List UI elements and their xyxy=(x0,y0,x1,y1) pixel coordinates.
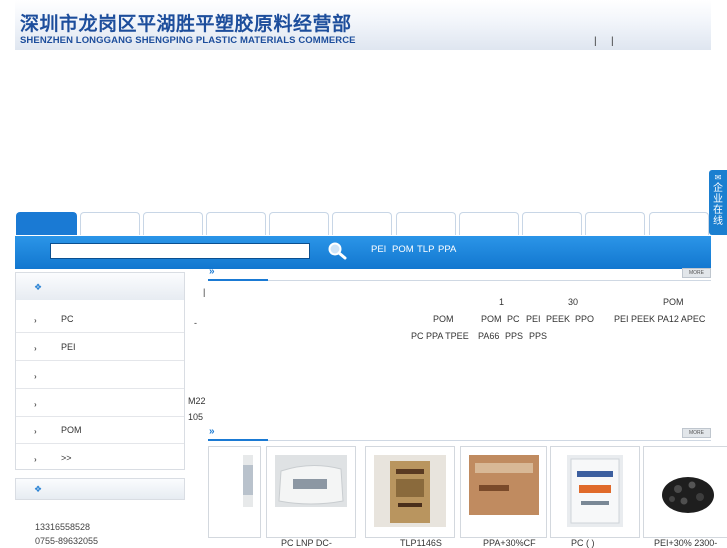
intro-text: PEI PEEK PA12 APEC xyxy=(614,314,706,324)
diamond-icon: ❖ xyxy=(34,484,43,494)
hot-keyword-link[interactable]: POM xyxy=(392,244,414,255)
intro-text: PPO xyxy=(575,314,595,324)
product-image xyxy=(652,455,727,527)
product-caption[interactable]: PEI+30% 2300- xyxy=(654,538,717,548)
product-card[interactable] xyxy=(266,446,356,538)
chevron-right-icon: › xyxy=(34,427,37,436)
intro-text: PA66 xyxy=(478,331,500,341)
intro-text: PEEK xyxy=(546,314,571,324)
intro-text: POM xyxy=(433,314,454,324)
online-service-tab[interactable]: ✉ 企业在线 xyxy=(709,170,727,235)
product-caption[interactable]: PC LNP DC- xyxy=(281,538,332,548)
product-card[interactable] xyxy=(550,446,640,538)
nav-tab[interactable] xyxy=(396,212,456,235)
header-separator: | xyxy=(611,36,614,47)
company-name-cn: 深圳市龙岗区平湖胜平塑胶原料经营部 xyxy=(20,13,352,35)
nav-tab[interactable] xyxy=(80,212,140,235)
intro-text: POM xyxy=(663,297,684,307)
nav-tab[interactable] xyxy=(332,212,392,235)
product-image xyxy=(275,455,347,507)
chevron-right-icon: › xyxy=(34,316,37,325)
section-header-products: » MORE xyxy=(208,426,711,441)
intro-text: 1 xyxy=(499,297,505,307)
intro-text: PEI xyxy=(526,314,541,324)
contact-phone: 13316558528 xyxy=(35,522,91,532)
nav-tab[interactable] xyxy=(649,212,709,235)
company-name-en: SHENZHEN LONGGANG SHENGPING PLASTIC MATE… xyxy=(20,35,356,46)
hot-keyword-link[interactable]: TLP xyxy=(417,244,434,255)
product-card[interactable] xyxy=(365,446,455,538)
chevron-right-icon: › xyxy=(34,372,37,381)
nav-tab[interactable] xyxy=(585,212,645,235)
hot-keyword-link[interactable]: PPA xyxy=(438,244,456,255)
section-underline xyxy=(208,439,268,441)
intro-more-button[interactable]: MORE xyxy=(682,268,711,278)
intro-text: PPS xyxy=(529,331,548,341)
intro-text: PC xyxy=(507,314,520,324)
category-label: PEI xyxy=(61,342,76,352)
product-image xyxy=(243,455,253,507)
intro-text: POM xyxy=(481,314,502,324)
chevron-right-icon: › xyxy=(34,344,37,353)
nav-tab[interactable] xyxy=(459,212,519,235)
product-image xyxy=(374,455,446,527)
chevron-right-icon: › xyxy=(34,455,37,464)
category-panel-header: ❖ xyxy=(16,273,184,300)
product-image xyxy=(567,455,623,527)
product-caption[interactable]: TLP1146S xyxy=(400,538,442,548)
products-more-button[interactable]: MORE xyxy=(682,428,711,438)
category-item[interactable]: › >> xyxy=(16,444,184,471)
nav-tab[interactable] xyxy=(16,212,77,235)
category-item[interactable]: › xyxy=(16,361,184,389)
intro-text: PPS xyxy=(505,331,524,341)
section-header-intro: » MORE xyxy=(208,266,711,281)
nav-tab[interactable] xyxy=(522,212,582,235)
nav-tab[interactable] xyxy=(206,212,266,235)
product-card[interactable] xyxy=(643,446,727,538)
chevron-right-icon: › xyxy=(34,400,37,409)
hot-keyword-link[interactable]: PEI xyxy=(371,244,386,255)
main-nav xyxy=(15,212,711,236)
double-chevron-icon: » xyxy=(209,426,215,437)
online-service-label: 企业在线 xyxy=(713,183,723,227)
category-item[interactable]: › PC xyxy=(16,305,184,333)
intro-text: 105 xyxy=(188,412,204,422)
text-cursor: | xyxy=(203,287,206,297)
section-underline xyxy=(208,279,268,281)
search-input[interactable] xyxy=(50,243,310,259)
nav-tab[interactable] xyxy=(143,212,203,235)
intro-text: 30 xyxy=(568,297,579,307)
intro-text: M22 xyxy=(188,396,206,406)
product-caption[interactable]: PPA+30%CF xyxy=(483,538,536,548)
category-item[interactable]: › PEI xyxy=(16,333,184,361)
category-label: >> xyxy=(61,453,72,463)
contact-panel-header: ❖ xyxy=(15,478,185,500)
category-item[interactable]: › xyxy=(16,389,184,417)
category-label: POM xyxy=(61,425,82,435)
product-caption[interactable]: PC ( ) xyxy=(571,538,595,548)
product-card[interactable] xyxy=(208,446,261,538)
diamond-icon: ❖ xyxy=(34,282,43,292)
chat-icon: ✉ xyxy=(714,173,722,182)
product-image xyxy=(469,455,539,515)
intro-text: PC PPA TPEE xyxy=(411,331,469,341)
category-item[interactable]: › POM xyxy=(16,416,184,444)
intro-dash: - xyxy=(194,318,197,328)
category-label: PC xyxy=(61,314,74,324)
double-chevron-icon: » xyxy=(209,266,215,277)
nav-tab[interactable] xyxy=(269,212,329,235)
search-icon xyxy=(328,242,347,260)
header-separator: | xyxy=(594,36,597,47)
search-button[interactable] xyxy=(325,241,349,261)
product-card[interactable] xyxy=(460,446,547,538)
